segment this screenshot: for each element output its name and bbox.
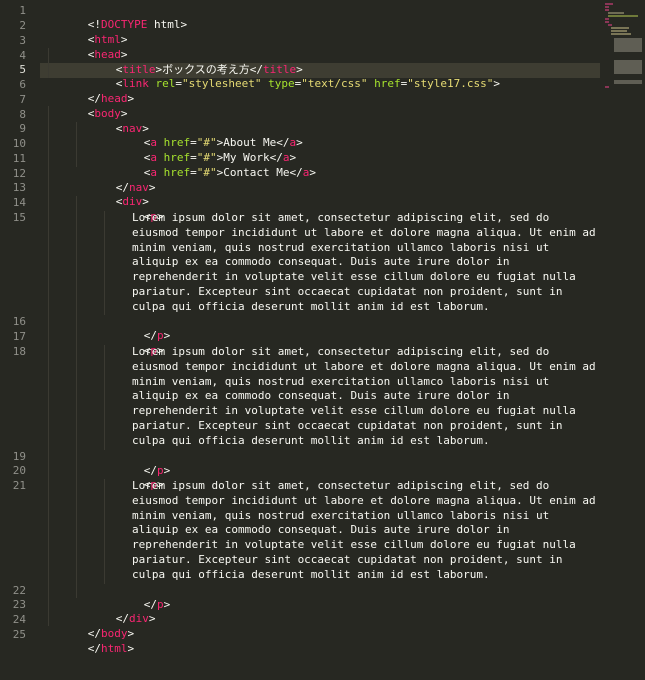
tag-bracket: > — [148, 181, 156, 194]
attribute-name: rel — [148, 77, 176, 90]
tag-bracket: > — [180, 18, 188, 31]
code-line-17: <p> — [104, 330, 164, 357]
attribute-name: href — [157, 166, 191, 179]
code-line-13: <div> — [76, 181, 149, 208]
attribute-value: "#" — [196, 166, 217, 179]
code-area[interactable]: <!DOCTYPE html> <html> <head> <title>ボック… — [0, 0, 600, 680]
tag-name: html — [101, 642, 128, 655]
code-line-5: <link rel="stylesheet" type="text/css" h… — [76, 63, 500, 90]
minimap-line — [608, 15, 638, 17]
tag-bracket: </ — [289, 166, 303, 179]
minimap-line — [608, 24, 612, 26]
equals-sign: = — [175, 77, 182, 90]
paragraph-text: Lorem ipsum dolor sit amet, consectetur … — [132, 479, 603, 581]
minimap-line — [605, 86, 609, 88]
code-line-22: </p> — [104, 584, 171, 611]
code-line-4: <title>ボックスの考え方</title> — [76, 49, 303, 76]
minimap-line — [605, 3, 613, 5]
minimap-line — [611, 33, 631, 35]
code-line-3: <head> — [48, 34, 128, 61]
code-line-6: </head> — [48, 78, 134, 105]
attribute-value: "text/css" — [301, 77, 368, 90]
attribute-value: "style17.css" — [407, 77, 494, 90]
code-line-14: <p> — [104, 196, 164, 223]
code-line-25: </html> — [48, 628, 134, 655]
tag-bracket: > — [163, 329, 171, 342]
code-line-7: <body> — [48, 93, 128, 120]
paragraph-text: Lorem ipsum dolor sit amet, consectetur … — [132, 345, 603, 447]
code-line-2: <html> — [48, 19, 128, 46]
tag-bracket: > — [296, 136, 303, 149]
tag-bracket: </ — [87, 642, 101, 655]
code-line-24: </body> — [48, 613, 134, 640]
minimap-block — [614, 60, 642, 74]
link-text: Contact Me — [223, 166, 290, 179]
tag-bracket: > — [148, 612, 156, 625]
paragraph-text: Lorem ipsum dolor sit amet, consectetur … — [132, 211, 603, 313]
code-line-9: <a href="#">About Me</a> — [104, 122, 303, 149]
tag-bracket: > — [163, 598, 171, 611]
minimap-line — [605, 18, 609, 20]
tag-name: p — [157, 598, 164, 611]
code-line-11: <a href="#">Contact Me</a> — [104, 152, 316, 179]
minimap-line — [611, 27, 629, 29]
minimap-line — [605, 6, 609, 8]
equals-sign: = — [190, 166, 197, 179]
code-line-19: </p> — [104, 450, 171, 477]
minimap-block — [614, 80, 642, 84]
minimap[interactable] — [600, 0, 645, 680]
code-line-10: <a href="#">My Work</a> — [104, 137, 296, 164]
tag-bracket: > — [309, 166, 316, 179]
tag-bracket: > — [127, 92, 135, 105]
attribute-name: href — [367, 77, 401, 90]
tag-bracket: > — [493, 77, 500, 90]
attribute-value: "stylesheet" — [182, 77, 262, 90]
minimap-block — [614, 38, 642, 52]
code-line-16: </p> — [104, 315, 171, 342]
minimap-line — [605, 21, 609, 23]
attribute-name: type — [261, 77, 295, 90]
code-line-12: </nav> — [76, 167, 156, 194]
code-line-20: <p> — [104, 464, 164, 491]
minimap-line — [611, 30, 627, 32]
code-line-1: <!DOCTYPE html> — [48, 4, 187, 31]
minimap-line — [608, 12, 624, 14]
code-editor[interactable]: 1 2 3 4 5 6 7 8 9 10 11 12 13 14 15 16 1… — [0, 0, 645, 680]
code-line-23: </div> — [76, 598, 156, 625]
doctype-value: html — [147, 18, 181, 31]
code-line-8: <nav> — [76, 108, 149, 135]
tag-bracket: > — [163, 464, 171, 477]
tag-bracket: > — [127, 642, 135, 655]
minimap-line — [605, 9, 609, 11]
